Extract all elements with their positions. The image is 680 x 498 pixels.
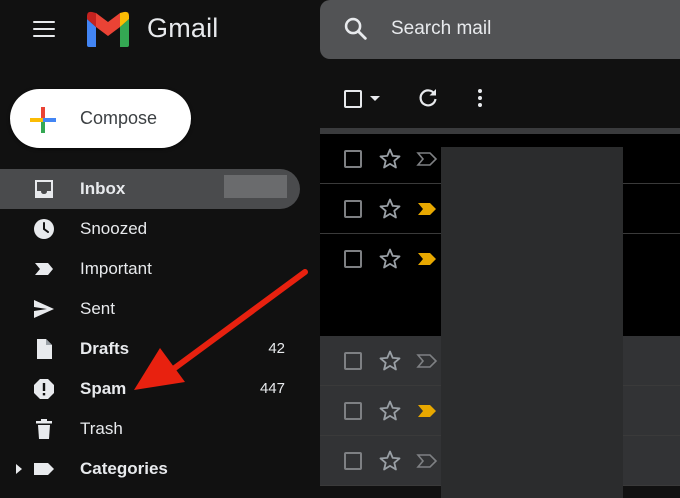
draft-icon <box>37 339 52 359</box>
select-dropdown-caret-icon[interactable] <box>370 96 380 101</box>
important-marker-icon[interactable] <box>416 151 438 167</box>
sidebar-item-important[interactable]: Important <box>0 249 300 289</box>
search-bar[interactable]: Search mail <box>320 0 680 59</box>
sidebar-item-label: Spam <box>80 379 127 398</box>
email-checkbox[interactable] <box>344 352 362 370</box>
star-icon[interactable] <box>378 399 402 423</box>
inbox-icon <box>35 180 53 198</box>
sidebar-item-label: Drafts <box>80 339 130 358</box>
star-icon[interactable] <box>378 197 402 221</box>
search-input[interactable]: Search mail <box>391 18 491 40</box>
star-icon[interactable] <box>378 449 402 473</box>
star-icon[interactable] <box>378 147 402 171</box>
sidebar-item-categories[interactable]: Categories <box>0 449 300 489</box>
sidebar-item-sent[interactable]: Sent <box>0 289 300 329</box>
important-marker-icon[interactable] <box>416 201 438 217</box>
sidebar-item-label: Important <box>80 259 152 278</box>
send-icon <box>34 300 54 318</box>
spam-count: 447 <box>259 380 285 397</box>
main-menu-button[interactable] <box>26 14 62 44</box>
compose-plus-icon <box>30 107 56 133</box>
sidebar-item-label: Trash <box>80 419 123 438</box>
gmail-logo-icon[interactable] <box>84 9 132 49</box>
refresh-icon[interactable] <box>416 86 440 110</box>
sidebar-item-drafts[interactable]: Drafts 42 <box>0 329 300 369</box>
select-all-checkbox[interactable] <box>344 90 362 108</box>
drafts-count: 42 <box>268 340 285 357</box>
compose-button[interactable]: Compose <box>10 89 191 148</box>
expand-arrow-icon[interactable] <box>14 463 24 475</box>
sidebar-item-label: Inbox <box>80 179 126 198</box>
search-icon[interactable] <box>342 15 370 43</box>
label-icon <box>34 463 54 475</box>
menu-icon-bar <box>33 21 55 23</box>
email-checkbox[interactable] <box>344 200 362 218</box>
app-title: Gmail <box>147 13 219 43</box>
star-icon[interactable] <box>378 349 402 373</box>
mail-toolbar <box>320 66 680 128</box>
sidebar-item-label: Categories <box>80 459 168 478</box>
sidebar-item-spam[interactable]: Spam 447 <box>0 369 300 409</box>
compose-label: Compose <box>80 108 158 128</box>
clock-icon <box>34 219 54 239</box>
spam-icon <box>34 379 54 399</box>
email-checkbox[interactable] <box>344 250 362 268</box>
app-header: Gmail Search mail <box>0 0 680 66</box>
sidebar-item-trash[interactable]: Trash <box>0 409 300 449</box>
important-marker-icon[interactable] <box>416 403 438 419</box>
important-marker-icon[interactable] <box>416 251 438 267</box>
redacted-email-content <box>441 147 623 498</box>
more-vert-icon[interactable] <box>468 86 492 110</box>
email-checkbox[interactable] <box>344 150 362 168</box>
email-checkbox[interactable] <box>344 402 362 420</box>
important-icon <box>35 263 53 275</box>
sidebar-item-label: Snoozed <box>80 219 148 238</box>
menu-icon-bar <box>33 28 55 30</box>
inbox-count-redacted <box>224 175 287 198</box>
sidebar-item-snoozed[interactable]: Snoozed <box>0 209 300 249</box>
email-checkbox[interactable] <box>344 452 362 470</box>
menu-icon-bar <box>33 35 55 37</box>
sidebar-item-inbox[interactable]: Inbox <box>0 169 300 209</box>
sidebar-item-label: Sent <box>80 299 115 318</box>
trash-icon <box>36 419 52 439</box>
star-icon[interactable] <box>378 247 402 271</box>
important-marker-icon[interactable] <box>416 353 438 369</box>
important-marker-icon[interactable] <box>416 453 438 469</box>
